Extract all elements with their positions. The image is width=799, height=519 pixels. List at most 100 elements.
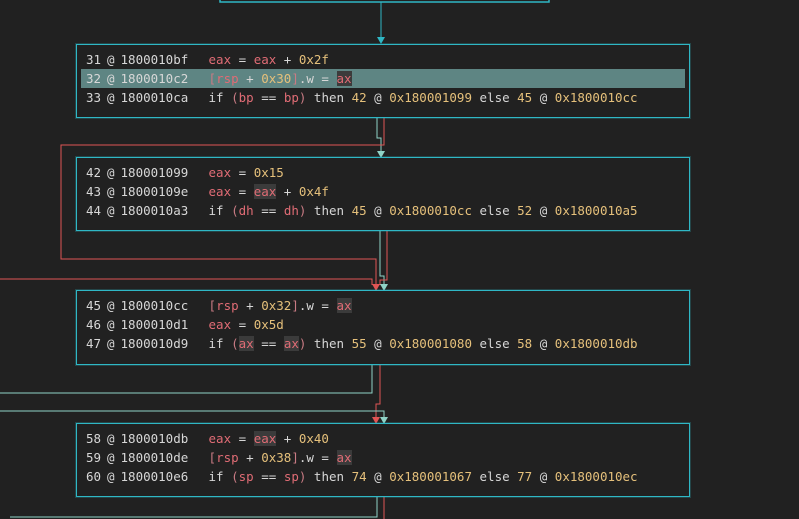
immediate-token[interactable]: 0x40 <box>299 431 329 446</box>
operator-token: = <box>231 317 254 332</box>
basic-block-42[interactable]: 42 @180001099 eax = 0x15 43 @18000109e eax = … <box>76 157 690 231</box>
at-sign: @ <box>107 469 115 484</box>
register-token[interactable]: eax <box>209 165 232 180</box>
instruction-index: 46 <box>85 317 101 332</box>
instruction-line-43[interactable]: 43 @18000109e eax = eax + 0x4f <box>81 182 685 201</box>
register-token[interactable]: ax <box>283 336 299 351</box>
instruction-index: 59 <box>85 450 101 465</box>
bracket-token: ( <box>231 90 239 105</box>
immediate-token[interactable]: 74 <box>352 469 367 484</box>
instruction-line-47[interactable]: 47 @1800010d9 if (ax == ax) then 55 @ 0x18… <box>81 334 685 353</box>
immediate-token[interactable]: 42 <box>352 90 367 105</box>
immediate-token[interactable]: 58 <box>517 336 532 351</box>
immediate-token[interactable]: 0x30 <box>261 71 291 86</box>
operator-token: == <box>253 203 284 218</box>
immediate-token[interactable]: 55 <box>352 336 367 351</box>
basic-block-45[interactable]: 45 @1800010cc [rsp + 0x32].w = ax 46 @180001… <box>76 290 690 365</box>
instruction-line-42[interactable]: 42 @180001099 eax = 0x15 <box>81 163 685 182</box>
operator-token: .w = <box>298 450 337 465</box>
immediate-token[interactable]: 0x180001099 <box>389 90 472 105</box>
register-token[interactable]: sp <box>284 469 299 484</box>
keyword-token: then <box>306 469 352 484</box>
immediate-token[interactable]: 0x32 <box>261 298 291 313</box>
instruction-address: 1800010d9 <box>120 336 189 351</box>
register-token[interactable]: eax <box>209 317 232 332</box>
immediate-token[interactable]: 0x2f <box>299 52 329 67</box>
at-sign: @ <box>107 336 115 351</box>
register-token[interactable]: ax <box>336 450 352 465</box>
register-token[interactable]: eax <box>209 52 232 67</box>
immediate-token[interactable]: 0x1800010ec <box>555 469 638 484</box>
register-token[interactable]: dh <box>239 203 254 218</box>
register-token[interactable]: ax <box>336 71 352 86</box>
keyword-token: else <box>472 469 518 484</box>
register-token[interactable]: eax <box>209 431 232 446</box>
instruction-line-60[interactable]: 60 @1800010e6 if (sp == sp) then 74 @ 0x18… <box>81 467 685 486</box>
instruction-line-59[interactable]: 59 @1800010de [rsp + 0x38].w = ax <box>81 448 685 467</box>
operator-token: + <box>238 298 262 313</box>
register-token[interactable]: eax <box>253 431 277 446</box>
operator-token: = <box>231 431 254 446</box>
bracket-token: [ <box>208 71 217 86</box>
instruction-line-46[interactable]: 46 @1800010d1 eax = 0x5d <box>81 315 685 334</box>
instruction-address: 1800010db <box>120 431 189 446</box>
immediate-token[interactable]: 0x1800010cc <box>389 203 472 218</box>
basic-block-58[interactable]: 58 @1800010db eax = eax + 0x40 59 @1800010de… <box>76 423 690 497</box>
register-token[interactable]: eax <box>209 184 232 199</box>
instruction-index: 47 <box>85 336 101 351</box>
instruction-address: 1800010e6 <box>120 469 189 484</box>
immediate-token[interactable]: 45 <box>352 203 367 218</box>
operator-token: + <box>276 184 299 199</box>
at-sign: @ <box>107 90 115 105</box>
immediate-token[interactable]: 0x38 <box>261 450 291 465</box>
operator-token: = <box>231 165 254 180</box>
keyword-token: if <box>208 203 232 218</box>
operator-token: .w = <box>298 298 337 313</box>
instruction-line-58[interactable]: 58 @1800010db eax = eax + 0x40 <box>81 429 685 448</box>
register-token[interactable]: eax <box>254 52 277 67</box>
register-token[interactable]: bp <box>239 90 254 105</box>
register-token[interactable]: ax <box>336 298 352 313</box>
basic-block-31[interactable]: 31 @1800010bf eax = eax + 0x2f 32 @1800010c2… <box>76 44 690 118</box>
bracket-token: [ <box>208 450 217 465</box>
instruction-address: 1800010a3 <box>120 203 189 218</box>
register-token[interactable]: bp <box>284 90 299 105</box>
immediate-token[interactable]: 0x180001080 <box>389 336 472 351</box>
operator-token: .w = <box>298 71 337 86</box>
immediate-token[interactable]: 77 <box>517 469 532 484</box>
keyword-token: if <box>208 336 232 351</box>
instruction-line-45[interactable]: 45 @1800010cc [rsp + 0x32].w = ax <box>81 296 685 315</box>
instruction-index: 32 <box>85 71 101 86</box>
instruction-address: 1800010cc <box>120 298 189 313</box>
instruction-line-44[interactable]: 44 @1800010a3 if (dh == dh) then 45 @ 0x18… <box>81 201 685 220</box>
bracket-token: ( <box>231 203 239 218</box>
keyword-token: if <box>208 469 232 484</box>
instruction-line-33[interactable]: 33 @1800010ca if (bp == bp) then 42 @ 0x18… <box>81 88 685 107</box>
bracket-token: [ <box>208 298 217 313</box>
register-token[interactable]: dh <box>284 203 299 218</box>
immediate-token[interactable]: 0x4f <box>299 184 329 199</box>
register-token[interactable]: sp <box>239 469 254 484</box>
immediate-token[interactable]: 45 <box>517 90 532 105</box>
instruction-address: 1800010d1 <box>120 317 189 332</box>
register-token[interactable]: rsp <box>216 450 239 465</box>
immediate-token[interactable]: 0x15 <box>254 165 284 180</box>
immediate-token[interactable]: 0x1800010cc <box>555 90 638 105</box>
operator-token: @ <box>532 203 555 218</box>
immediate-token[interactable]: 0x1800010a5 <box>555 203 638 218</box>
instruction-line-32[interactable]: 32 @1800010c2 [rsp + 0x30].w = ax <box>81 69 685 88</box>
bracket-token: ( <box>231 469 239 484</box>
register-token[interactable]: rsp <box>216 298 239 313</box>
immediate-token[interactable]: 0x5d <box>254 317 284 332</box>
immediate-token[interactable]: 0x180001067 <box>389 469 472 484</box>
operator-token: == <box>253 469 284 484</box>
immediate-token[interactable]: 52 <box>517 203 532 218</box>
at-sign: @ <box>107 298 115 313</box>
register-token[interactable]: eax <box>253 184 277 199</box>
immediate-token[interactable]: 0x1800010db <box>555 336 638 351</box>
register-token[interactable]: rsp <box>216 71 239 86</box>
operator-token: + <box>276 52 299 67</box>
operator-token: == <box>253 336 284 351</box>
instruction-line-31[interactable]: 31 @1800010bf eax = eax + 0x2f <box>81 50 685 69</box>
register-token[interactable]: ax <box>238 336 254 351</box>
